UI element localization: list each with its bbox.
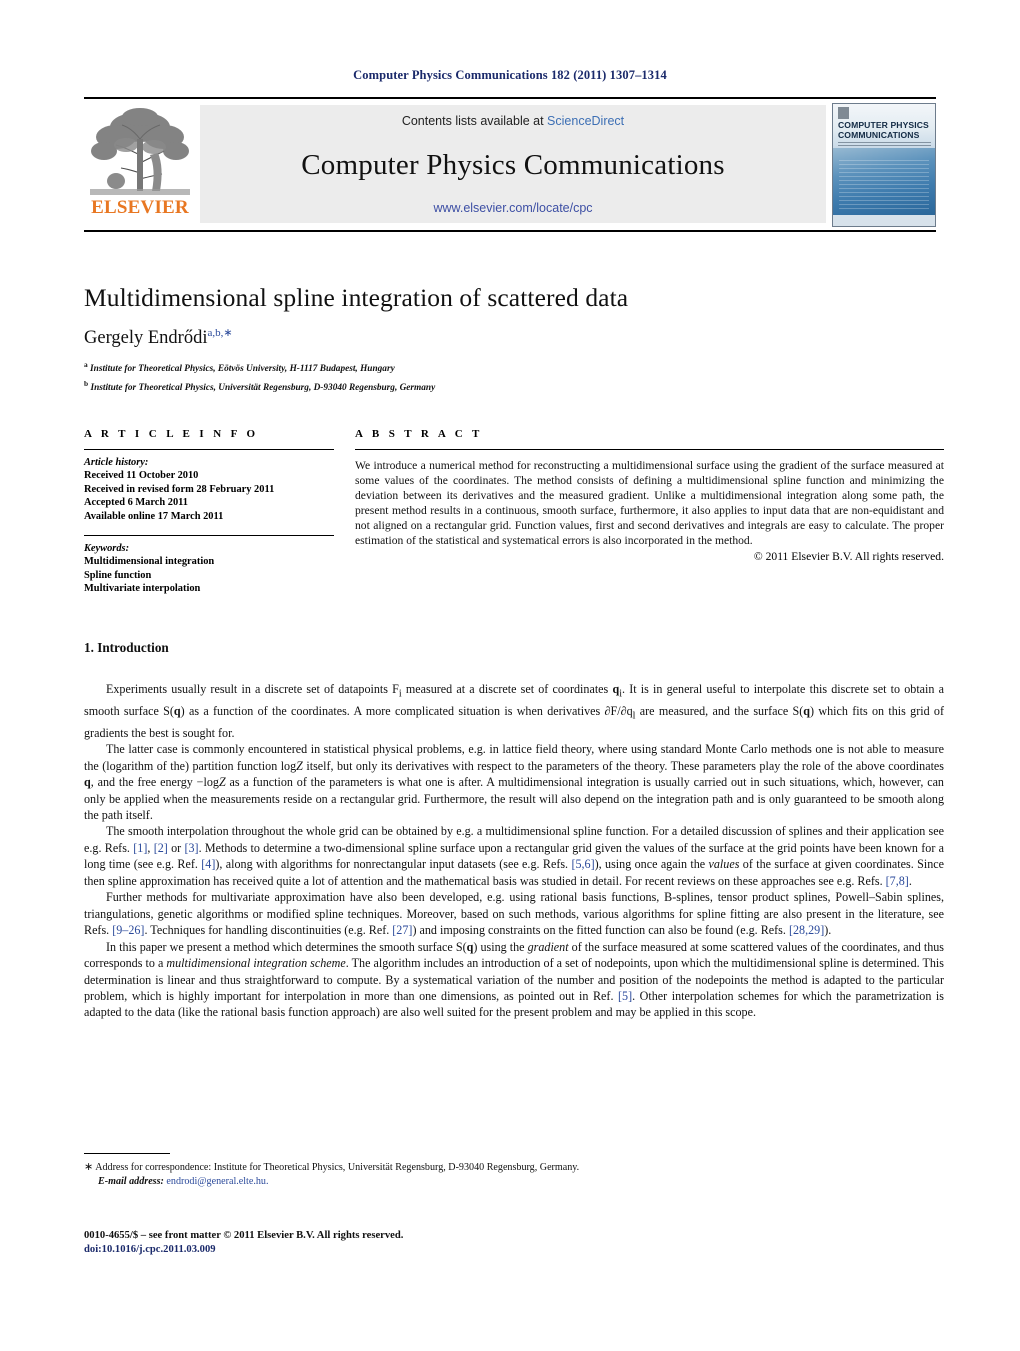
contents-line: Contents lists available at ScienceDirec… xyxy=(402,114,624,128)
abstract-heading: A B S T R A C T xyxy=(355,428,483,440)
history-accepted: Accepted 6 March 2011 xyxy=(84,497,188,509)
history-received: Received 11 October 2010 xyxy=(84,470,199,482)
cover-elsevier-mark-icon xyxy=(838,107,849,119)
paragraph: The latter case is commonly encountered … xyxy=(84,742,945,822)
affiliation-b-text: Institute for Theoretical Physics, Unive… xyxy=(90,382,436,393)
cover-footer-band xyxy=(833,215,935,226)
journal-masthead: ELSEVIER Contents lists available at Sci… xyxy=(84,97,936,232)
paragraph: Experiments usually result in a discrete… xyxy=(84,682,945,740)
masthead-center: Contents lists available at ScienceDirec… xyxy=(200,105,826,223)
affiliation-a-text: Institute for Theoretical Physics, Eötvö… xyxy=(90,364,395,375)
contents-prefix: Contents lists available at xyxy=(401,114,548,128)
affiliation-b: b Institute for Theoretical Physics, Uni… xyxy=(84,377,944,396)
paper-title: Multidimensional spline integration of s… xyxy=(84,283,629,312)
footnote-correspondence: ∗ Address for correspondence: Institute … xyxy=(84,1160,784,1175)
keyword-item: Multidimensional integration xyxy=(84,556,215,568)
elsevier-wordmark: ELSEVIER xyxy=(91,197,189,218)
footnote-correspondence-text: Address for correspondence: Institute fo… xyxy=(95,1162,580,1173)
paragraph: The smooth interpolation throughout the … xyxy=(84,824,945,888)
affiliation-b-marker: b xyxy=(84,378,89,388)
keywords-label: Keywords: xyxy=(84,543,130,555)
author-affiliation-markers[interactable]: a,b,∗ xyxy=(207,327,232,339)
paragraph: In this paper we present a method which … xyxy=(84,939,944,1020)
history-revised: Received in revised form 28 February 201… xyxy=(84,483,275,495)
section-body: Experiments usually result in a discrete… xyxy=(84,681,944,1021)
footnote-block: ∗ Address for correspondence: Institute … xyxy=(84,1160,784,1189)
affiliation-a: a Institute for Theoretical Physics, Eöt… xyxy=(84,358,944,377)
imprint-line: 0010-4655/$ – see front matter © 2011 El… xyxy=(84,1230,404,1241)
keyword-item: Spline function xyxy=(84,569,152,581)
cover-texture-lines xyxy=(839,160,929,210)
imprint-block: 0010-4655/$ – see front matter © 2011 El… xyxy=(84,1229,784,1258)
footnote-rule xyxy=(84,1153,170,1154)
footnote-email-line: E-mail address: endrodi@general.elte.hu. xyxy=(84,1175,784,1189)
section-heading-introduction: 1. Introduction xyxy=(84,640,169,655)
journal-url-link[interactable]: www.elsevier.com/locate/cpc xyxy=(433,201,592,215)
history-online: Available online 17 March 2011 xyxy=(84,510,224,522)
abstract-column: A B S T R A C T We introduce a numerical… xyxy=(355,428,944,563)
author-name: Gergely Endrődi xyxy=(84,328,208,349)
author-line: Gergely Endrődia,b,∗ xyxy=(84,326,944,349)
abstract-copyright: © 2011 Elsevier B.V. All rights reserved… xyxy=(753,549,944,563)
affiliation-a-marker: a xyxy=(84,360,88,369)
cover-subtitle-bars xyxy=(838,142,931,146)
elsevier-tree-icon xyxy=(88,105,192,197)
running-head: Computer Physics Communications 182 (201… xyxy=(353,68,667,82)
keyword-item: Multivariate interpolation xyxy=(84,583,201,595)
elsevier-logo: ELSEVIER xyxy=(86,105,194,223)
journal-cover-thumbnail: COMPUTER PHYSICS COMMUNICATIONS xyxy=(832,103,936,227)
email-label: E-mail address: xyxy=(98,1176,164,1188)
abstract-text: We introduce a numerical method for reco… xyxy=(355,459,944,548)
email-link[interactable]: endrodi@general.elte.hu. xyxy=(166,1176,268,1187)
article-info-column: A R T I C L E I N F O Article history: R… xyxy=(84,428,334,596)
keywords-block: Keywords: Multidimensional integration S… xyxy=(84,536,334,596)
paper-page: Computer Physics Communications 182 (201… xyxy=(0,0,1020,1351)
article-info-heading: A R T I C L E I N F O xyxy=(84,428,259,440)
sciencedirect-link[interactable]: ScienceDirect xyxy=(547,114,624,128)
journal-title: Computer Physics Communications xyxy=(301,149,725,181)
doi-link[interactable]: doi:10.1016/j.cpc.2011.03.009 xyxy=(84,1243,784,1257)
affiliations: a Institute for Theoretical Physics, Eöt… xyxy=(84,358,944,395)
footnote-marker: ∗ xyxy=(84,1161,94,1173)
article-history-block: Article history: Received 11 October 201… xyxy=(84,450,334,523)
article-history-label: Article history: xyxy=(84,457,149,468)
paragraph: Further methods for multivariate approxi… xyxy=(84,890,944,938)
cover-title: COMPUTER PHYSICS COMMUNICATIONS xyxy=(838,120,929,140)
